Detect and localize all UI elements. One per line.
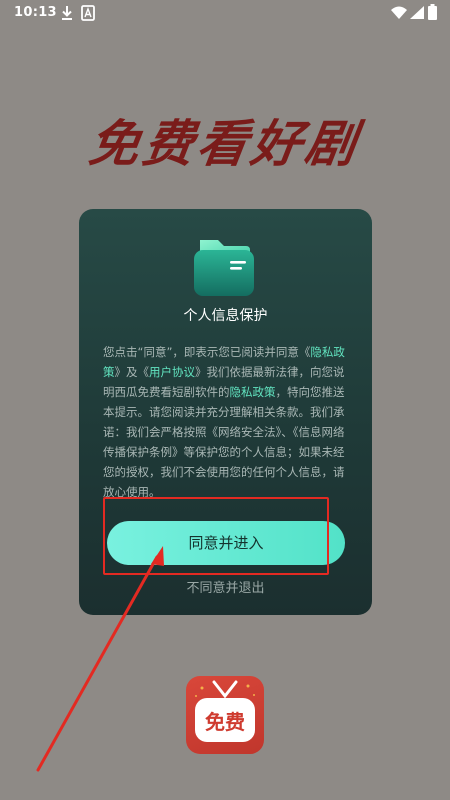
status-time: 10:13 [14,5,57,20]
logo-screen: 免费 [195,698,255,742]
app-title: 免费看好剧 [85,114,364,173]
status-bar: 10:13 [0,0,450,26]
annotation-highlight-box [103,497,329,575]
body-text: ，特向您推送本提示。请您阅读并充分理解相关条款。我们承诺：我们会严格按照《网络安… [103,385,345,499]
dialog-title: 个人信息保护 [183,308,268,324]
notification-a-icon [81,5,95,21]
battery-icon [428,4,437,20]
body-text: 您点击“同意”，即表示您已阅读并同意《 [103,345,311,359]
wifi-icon [391,6,407,19]
app-logo: 免费 [186,676,264,754]
user-agreement-link[interactable]: 用户协议 [149,365,195,379]
privacy-policy-link-2[interactable]: 隐私政策 [230,385,276,399]
signal-icon [410,6,424,19]
logo-text: 免费 [205,710,245,734]
disagree-exit-button[interactable]: 不同意并退出 [79,577,372,596]
download-icon [62,6,72,20]
body-text: 》及《 [114,365,150,379]
dialog-body: 您点击“同意”，即表示您已阅读并同意《隐私政策》及《用户协议》我们依据最新法律，… [103,342,353,502]
folder-icon [194,240,254,296]
